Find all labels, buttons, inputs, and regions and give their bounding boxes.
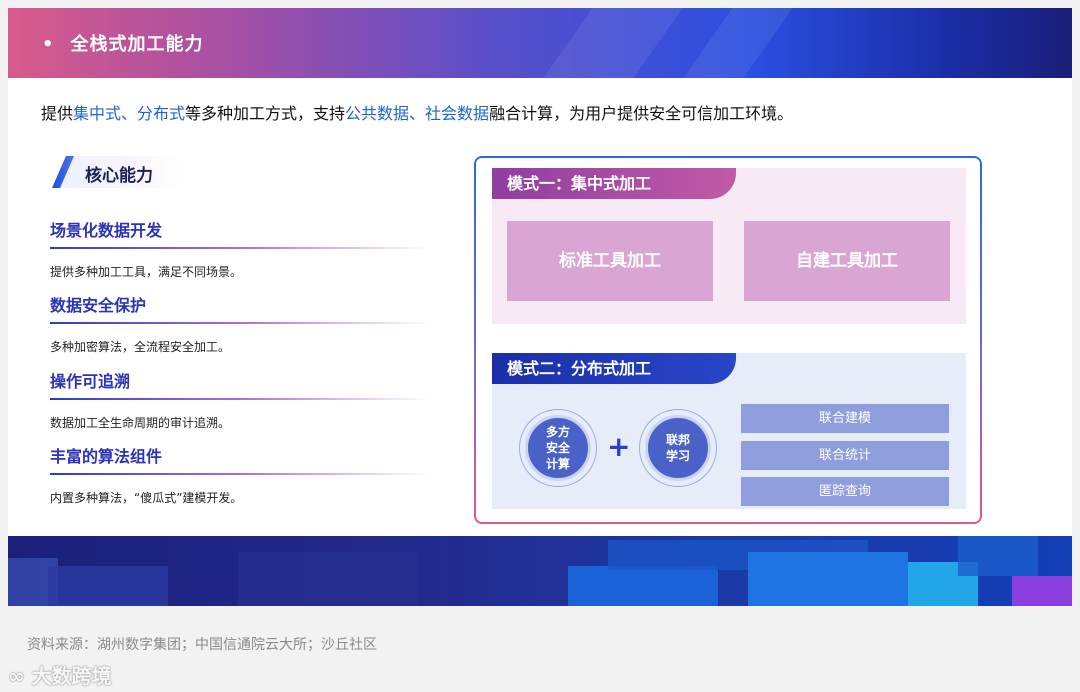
decor-block: [48, 566, 168, 606]
source-note: 资料来源：湖州数字集团；中国信通院云大所；沙丘社区: [27, 637, 377, 653]
decor-block: [748, 552, 908, 606]
banner-stripe: [683, 8, 793, 78]
intro-text: 提供集中式、分布式等多种加工方式，支持公共数据、社会数据融合计算，为用户提供安全…: [41, 100, 793, 124]
mode1-title: 模式一：集中式加工: [492, 168, 736, 199]
capability-item: 场景化数据开发 提供多种加工工具，满足不同场景。: [50, 217, 430, 280]
divider: [50, 473, 430, 475]
capability-title: 操作可追溯: [50, 372, 131, 391]
divider: [50, 247, 430, 249]
capability-item: 丰富的算法组件 内置多种算法，“傻瓜式”建模开发。: [50, 443, 430, 506]
watermark-text: 大数跨境: [31, 664, 112, 688]
intro-highlight: 集中式、分布式: [73, 104, 186, 123]
intro-part: 提供: [41, 104, 74, 123]
decor-block: [1012, 576, 1072, 606]
federated-label: 联邦 学习: [645, 415, 711, 481]
core-title: 核心能力: [85, 166, 153, 186]
mpc-label: 多方 安全 计算: [525, 415, 591, 481]
decor-block: [238, 552, 418, 606]
mode2-title: 模式二：分布式加工: [492, 353, 736, 384]
bullet-icon: •: [42, 34, 55, 55]
header-banner: • 全栈式加工能力: [8, 8, 1072, 78]
mode1-box: 模式一：集中式加工 标准工具加工 自建工具加工: [492, 168, 966, 324]
plus-icon: +: [607, 430, 631, 463]
decor-block: [958, 536, 1038, 576]
capability-desc: 多种加密算法，全流程安全加工。: [50, 340, 231, 354]
capability-desc: 数据加工全生命周期的审计追溯。: [50, 416, 231, 430]
private-query: 匿踪查询: [741, 477, 949, 506]
banner-title: • 全栈式加工能力: [42, 30, 204, 56]
capability-title: 丰富的算法组件: [50, 447, 163, 466]
intro-part: 融合计算，为用户提供安全可信加工环境。: [489, 104, 794, 123]
federated-text: 联邦 学习: [665, 433, 690, 463]
watermark: ∞ 大数跨境: [8, 660, 112, 689]
mode2-box: 模式二：分布式加工 多方 安全 计算 + 联邦 学习 联合建模 联合统计 匿踪查…: [492, 353, 966, 509]
intro-highlight: 公共数据、社会数据: [345, 104, 490, 123]
intro-part: 等多种加工方式，支持: [185, 104, 346, 123]
capability-item: 数据安全保护 多种加密算法，全流程安全加工。: [50, 292, 430, 355]
mpc-text: 多方 安全 计算: [545, 425, 570, 471]
capability-desc: 内置多种算法，“傻瓜式”建模开发。: [50, 491, 243, 505]
capability-title: 数据安全保护: [50, 296, 147, 315]
content-card: • 全栈式加工能力 提供集中式、分布式等多种加工方式，支持公共数据、社会数据融合计…: [8, 8, 1072, 606]
decor-block: [568, 566, 718, 606]
core-capability-tag: 核心能力: [52, 156, 180, 188]
tool-custom: 自建工具加工: [744, 221, 950, 301]
logo-icon: ∞: [8, 664, 32, 688]
fed-statistics: 联合统计: [741, 441, 949, 470]
capability-desc: 提供多种加工工具，满足不同场景。: [50, 265, 243, 279]
tool-standard: 标准工具加工: [507, 221, 713, 301]
banner-title-text: 全栈式加工能力: [70, 34, 204, 55]
banner-stripe: [543, 8, 683, 78]
federated-circle: 联邦 学习: [639, 409, 717, 487]
capability-title: 场景化数据开发: [50, 221, 163, 240]
decorative-footer-band: [8, 536, 1072, 606]
divider: [50, 398, 430, 400]
mpc-circle: 多方 安全 计算: [519, 409, 597, 487]
fed-modeling: 联合建模: [741, 404, 949, 433]
divider: [50, 322, 430, 324]
capability-item: 操作可追溯 数据加工全生命周期的审计追溯。: [50, 368, 430, 431]
